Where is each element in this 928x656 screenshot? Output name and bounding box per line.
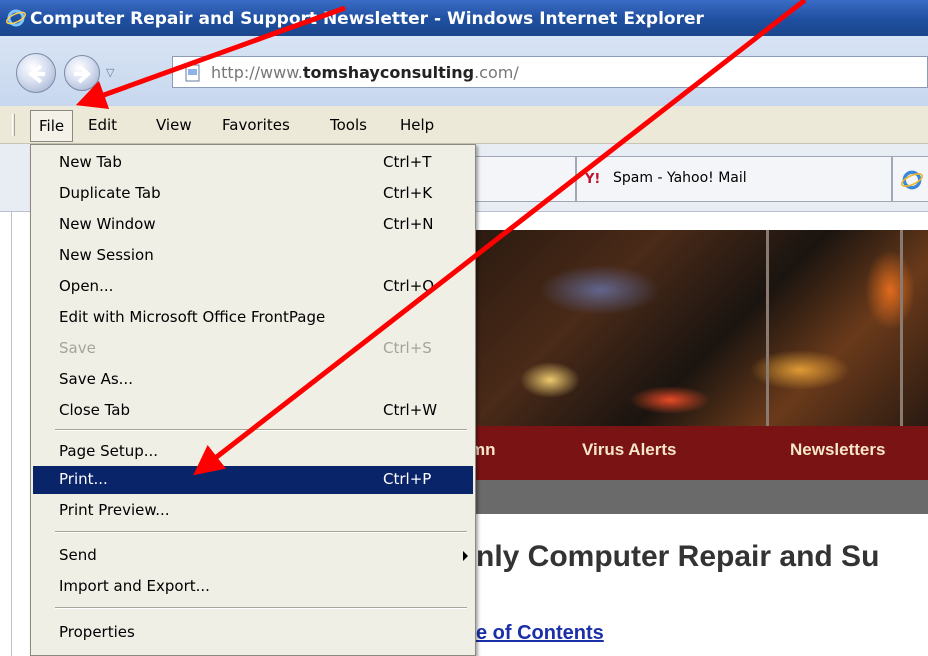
- menu-item-import-export[interactable]: Import and Export...: [33, 573, 473, 601]
- menu-item-edit-frontpage[interactable]: Edit with Microsoft Office FrontPage: [33, 304, 473, 332]
- menu-view[interactable]: View: [156, 116, 192, 134]
- menu-separator: [55, 429, 467, 431]
- menu-item-properties[interactable]: Properties: [33, 619, 473, 647]
- menu-file[interactable]: File: [30, 110, 74, 142]
- forward-arrow-icon: [74, 64, 92, 84]
- svg-text:Y!: Y!: [585, 172, 600, 187]
- menu-item-close-tab[interactable]: Close Tab Ctrl+W: [33, 397, 473, 425]
- recent-pages-dropdown-icon[interactable]: ▽: [106, 66, 114, 79]
- menu-favorites[interactable]: Favorites: [222, 116, 290, 134]
- address-bar[interactable]: http://www.tomshayconsulting.com/: [172, 56, 928, 88]
- page-heading: nly Computer Repair and Su: [476, 540, 880, 573]
- menu-separator: [55, 607, 467, 609]
- file-menu-dropdown: New Tab Ctrl+T Duplicate Tab Ctrl+K New Wi…: [30, 144, 476, 656]
- toolbar-grip[interactable]: [12, 114, 15, 136]
- url-text[interactable]: http://www.tomshayconsulting.com/: [211, 63, 519, 82]
- menu-item-new-tab[interactable]: New Tab Ctrl+T: [33, 149, 473, 177]
- page-icon: [185, 64, 200, 82]
- title-bar: Computer Repair and Support Newsletter -…: [0, 0, 928, 36]
- submenu-arrow-icon: [463, 551, 468, 561]
- back-arrow-icon: [27, 64, 45, 84]
- menu-bar: File Edit View Favorites Tools Help: [0, 106, 928, 144]
- sub-nav-strip: [470, 480, 928, 514]
- menu-item-duplicate-tab[interactable]: Duplicate Tab Ctrl+K: [33, 180, 473, 208]
- menu-item-open[interactable]: Open... Ctrl+O: [33, 273, 473, 301]
- page-left-border: [0, 212, 12, 656]
- menu-item-save[interactable]: Save Ctrl+S: [33, 335, 473, 363]
- yahoo-icon: Y!: [585, 172, 600, 187]
- window-title: Computer Repair and Support Newsletter -…: [30, 9, 704, 29]
- tab-label: Spam - Yahoo! Mail: [613, 170, 747, 186]
- menu-item-send[interactable]: Send: [33, 542, 473, 570]
- banner-divider: [766, 230, 769, 426]
- site-nav-bar: mn Virus Alerts Newsletters: [470, 426, 928, 480]
- menu-edit[interactable]: Edit: [88, 116, 117, 134]
- forward-button[interactable]: [64, 55, 100, 91]
- menu-separator: [55, 531, 467, 533]
- back-button[interactable]: [16, 53, 56, 93]
- site-nav-virus-alerts[interactable]: Virus Alerts: [582, 440, 677, 460]
- site-nav-newsletters[interactable]: Newsletters: [790, 440, 885, 460]
- ie-logo-icon: [6, 9, 26, 27]
- navigation-bar: ▽ http://www.tomshayconsulting.com/: [0, 36, 928, 106]
- ie-logo-icon: [901, 170, 923, 190]
- menu-item-new-session[interactable]: New Session: [33, 242, 473, 270]
- menu-item-save-as[interactable]: Save As...: [33, 366, 473, 394]
- menu-help[interactable]: Help: [400, 116, 434, 134]
- menu-item-page-setup[interactable]: Page Setup...: [33, 438, 473, 466]
- menu-item-new-window[interactable]: New Window Ctrl+N: [33, 211, 473, 239]
- menu-item-print-preview[interactable]: Print Preview...: [33, 497, 473, 525]
- banner-divider: [900, 230, 903, 426]
- tab-yahoo-mail[interactable]: Y! Spam - Yahoo! Mail: [576, 156, 892, 202]
- menu-tools[interactable]: Tools: [330, 116, 367, 134]
- table-of-contents-link[interactable]: e of Contents: [476, 622, 604, 645]
- header-banner-image: [470, 230, 928, 426]
- tab-ie-partial[interactable]: [892, 156, 928, 202]
- tab-partial[interactable]: [470, 156, 576, 202]
- menu-item-print[interactable]: Print... Ctrl+P: [33, 466, 473, 494]
